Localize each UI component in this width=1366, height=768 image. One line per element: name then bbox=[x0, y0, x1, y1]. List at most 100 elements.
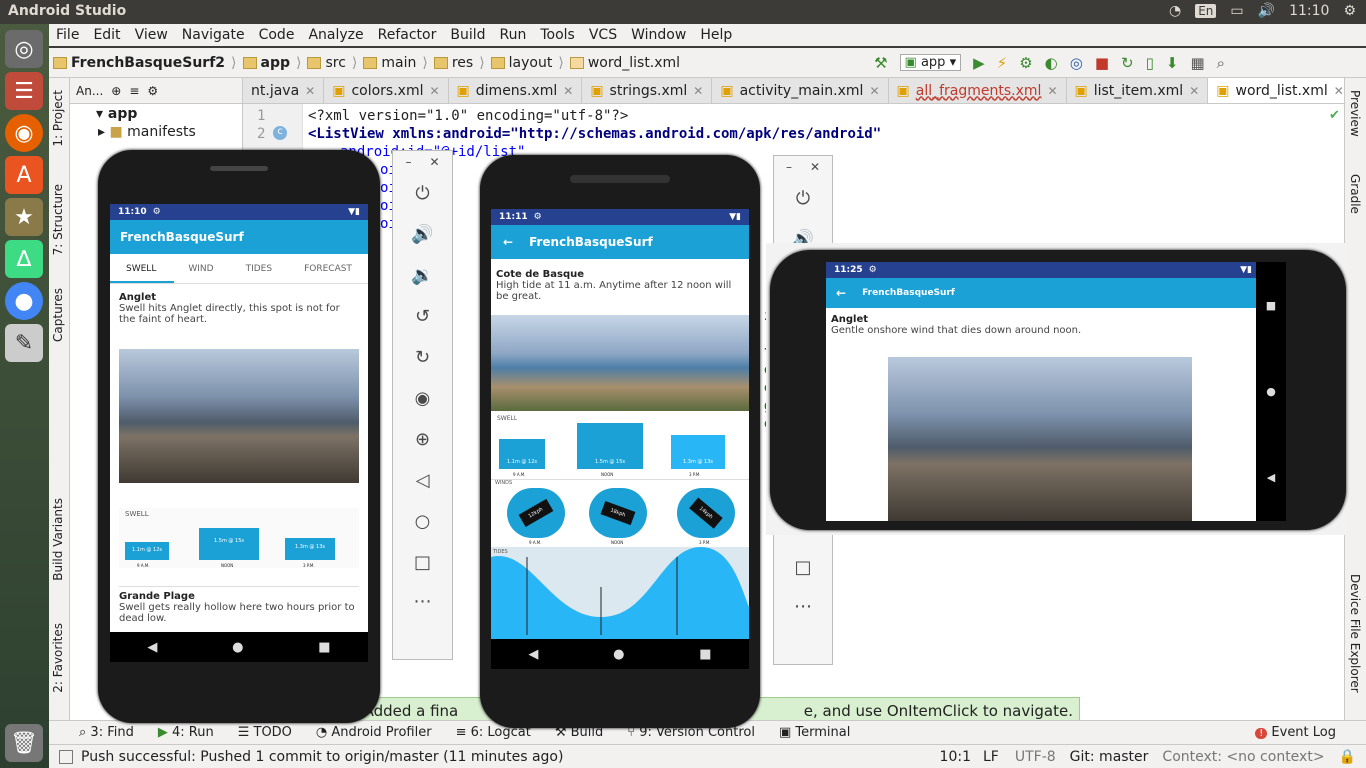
language-indicator[interactable]: En bbox=[1195, 4, 1217, 18]
power-icon[interactable]: ⏻ bbox=[796, 188, 810, 209]
close-icon[interactable]: ✕ bbox=[693, 84, 703, 98]
lock-icon[interactable]: 🔒 bbox=[1339, 749, 1356, 765]
breadcrumb-file[interactable]: word_list.xml bbox=[566, 55, 684, 71]
back-arrow-icon[interactable]: ← bbox=[836, 286, 846, 300]
run-config-select[interactable]: ▣ app ▾ bbox=[899, 54, 962, 71]
avd-manager-icon[interactable]: ▯ bbox=[1146, 54, 1154, 72]
close-icon[interactable]: ✕ bbox=[869, 84, 879, 98]
tree-item-manifests[interactable]: ▸ ■ manifests bbox=[70, 122, 242, 140]
status-message[interactable]: Push successful: Pushed 1 commit to orig… bbox=[81, 749, 563, 765]
home-icon[interactable]: ○ bbox=[415, 511, 431, 532]
cursor-position[interactable]: 10:1 bbox=[940, 749, 971, 765]
breadcrumb-res[interactable]: res bbox=[430, 55, 477, 71]
android-studio-icon[interactable]: ∆ bbox=[5, 240, 43, 278]
power-icon[interactable]: ⏻ bbox=[415, 183, 429, 204]
tab-project[interactable]: 1: Project bbox=[51, 90, 65, 147]
tab-device-file-explorer[interactable]: Device File Explorer bbox=[1348, 574, 1362, 693]
tab-favorites[interactable]: 2: Favorites bbox=[51, 623, 65, 693]
close-icon[interactable]: ✕ bbox=[810, 160, 820, 174]
close-icon[interactable]: ✕ bbox=[429, 84, 439, 98]
menu-run[interactable]: Run bbox=[493, 27, 534, 43]
apply-changes-icon[interactable]: ⚡ bbox=[997, 54, 1008, 72]
context-indicator[interactable]: Context: <no context> bbox=[1162, 749, 1324, 765]
tool-event-log[interactable]: ! Event Log bbox=[1255, 725, 1336, 740]
back-icon[interactable]: ◀ bbox=[1267, 471, 1275, 484]
attach-debugger-icon[interactable]: ◎ bbox=[1070, 54, 1083, 72]
home-icon[interactable]: ● bbox=[613, 647, 624, 662]
phone2-screen[interactable]: 11:11 ⚙ ▼▮ ← FrenchBasqueSurf Cote de Basqu… bbox=[491, 209, 749, 669]
back-icon[interactable]: ◀ bbox=[528, 647, 538, 662]
menu-tools[interactable]: Tools bbox=[533, 27, 582, 43]
back-icon[interactable]: ◁ bbox=[416, 470, 430, 491]
menu-window[interactable]: Window bbox=[624, 27, 693, 43]
menu-help[interactable]: Help bbox=[693, 27, 739, 43]
search-everywhere-icon[interactable]: ⌕ bbox=[1217, 54, 1225, 72]
camera-icon[interactable]: ◉ bbox=[415, 388, 431, 409]
tool-todo[interactable]: ☰ TODO bbox=[238, 725, 292, 740]
rotate-right-icon[interactable]: ↻ bbox=[415, 347, 430, 368]
tree-item-app[interactable]: ▾ app bbox=[70, 104, 242, 122]
menu-file[interactable]: File bbox=[49, 27, 86, 43]
zoom-icon[interactable]: ⊕ bbox=[415, 429, 430, 450]
clock[interactable]: 11:10 bbox=[1289, 3, 1329, 19]
tab-activity-main[interactable]: ▣ activity_main.xml ✕ bbox=[712, 78, 889, 103]
menu-build[interactable]: Build bbox=[443, 27, 492, 43]
tab-list-item[interactable]: ▣ list_item.xml ✕ bbox=[1067, 78, 1209, 103]
menu-refactor[interactable]: Refactor bbox=[371, 27, 444, 43]
more-icon[interactable]: ⋯ bbox=[414, 591, 432, 612]
tool-run[interactable]: ▶ 4: Run bbox=[158, 725, 214, 740]
menu-vcs[interactable]: VCS bbox=[582, 27, 624, 43]
tab-forecast[interactable]: FORECAST bbox=[304, 264, 352, 274]
tab-swell[interactable]: SWELL bbox=[126, 264, 156, 274]
tab-preview[interactable]: Preview bbox=[1348, 90, 1362, 137]
tab-colors[interactable]: ▣ colors.xml ✕ bbox=[324, 78, 449, 103]
sdk-manager-icon[interactable]: ⬇ bbox=[1166, 54, 1179, 72]
firefox-icon[interactable]: ◉ bbox=[5, 114, 43, 152]
menu-navigate[interactable]: Navigate bbox=[175, 27, 252, 43]
tool-find[interactable]: ⌕ 3: Find bbox=[79, 725, 134, 740]
menu-view[interactable]: View bbox=[128, 27, 175, 43]
phone1-screen[interactable]: 11:10 ⚙ ▼▮ FrenchBasqueSurf SWELL WIND TID… bbox=[110, 204, 368, 662]
volume-down-icon[interactable]: 🔉 bbox=[411, 265, 433, 286]
files-icon[interactable]: ☰ bbox=[5, 72, 43, 110]
stop-icon[interactable]: ■ bbox=[1095, 54, 1109, 72]
tab-build-variants[interactable]: Build Variants bbox=[51, 498, 65, 581]
trash-icon[interactable]: 🗑 bbox=[5, 724, 43, 762]
tab-word-list[interactable]: ▣ word_list.xml ✕ bbox=[1208, 78, 1353, 103]
back-icon[interactable]: ◀ bbox=[147, 640, 157, 655]
close-icon[interactable]: ✕ bbox=[429, 155, 439, 169]
tab-strings[interactable]: ▣ strings.xml ✕ bbox=[582, 78, 713, 103]
back-arrow-icon[interactable]: ← bbox=[503, 235, 513, 249]
profile-icon[interactable]: ◐ bbox=[1045, 54, 1058, 72]
tab-structure[interactable]: 7: Structure bbox=[51, 184, 65, 255]
settings-icon[interactable]: ⚙ bbox=[147, 84, 158, 98]
tool-terminal[interactable]: ▣ Terminal bbox=[779, 725, 850, 740]
git-branch[interactable]: Git: master bbox=[1070, 749, 1149, 765]
close-icon[interactable]: ✕ bbox=[1334, 84, 1344, 98]
menu-code[interactable]: Code bbox=[252, 27, 302, 43]
tab-all-fragments[interactable]: ▣ all_fragments.xml ✕ bbox=[889, 78, 1067, 103]
target-icon[interactable]: ⊕ bbox=[111, 84, 121, 98]
rotate-left-icon[interactable]: ↺ bbox=[415, 306, 430, 327]
tab-dimens[interactable]: ▣ dimens.xml ✕ bbox=[449, 78, 583, 103]
volume-icon[interactable]: 🔊 bbox=[1258, 3, 1275, 19]
more-icon[interactable]: ⋯ bbox=[794, 596, 812, 617]
tab-wind[interactable]: WIND bbox=[188, 264, 213, 274]
file-encoding[interactable]: UTF-8 bbox=[1015, 749, 1056, 765]
panel-toggle-icon[interactable] bbox=[59, 749, 73, 764]
text-editor-icon[interactable]: ✎ bbox=[5, 324, 43, 362]
close-icon[interactable]: ✕ bbox=[563, 84, 573, 98]
tab-gradle[interactable]: Gradle bbox=[1348, 174, 1362, 214]
tab-captures[interactable]: Captures bbox=[51, 288, 65, 342]
breadcrumb-src[interactable]: src bbox=[303, 55, 349, 71]
dash-icon[interactable]: ◎ bbox=[5, 30, 43, 68]
overview-icon[interactable]: □ bbox=[414, 552, 431, 573]
close-icon[interactable]: ✕ bbox=[1047, 84, 1057, 98]
project-structure-icon[interactable]: ▦ bbox=[1190, 54, 1204, 72]
wifi-icon[interactable]: ◔ bbox=[1169, 3, 1181, 19]
battery-icon[interactable]: ▭ bbox=[1230, 3, 1243, 19]
line-separator[interactable]: LF bbox=[983, 749, 999, 765]
tool-profiler[interactable]: ◔ Android Profiler bbox=[316, 725, 432, 740]
close-icon[interactable]: ✕ bbox=[305, 84, 315, 98]
home-icon[interactable]: ● bbox=[1266, 385, 1276, 398]
